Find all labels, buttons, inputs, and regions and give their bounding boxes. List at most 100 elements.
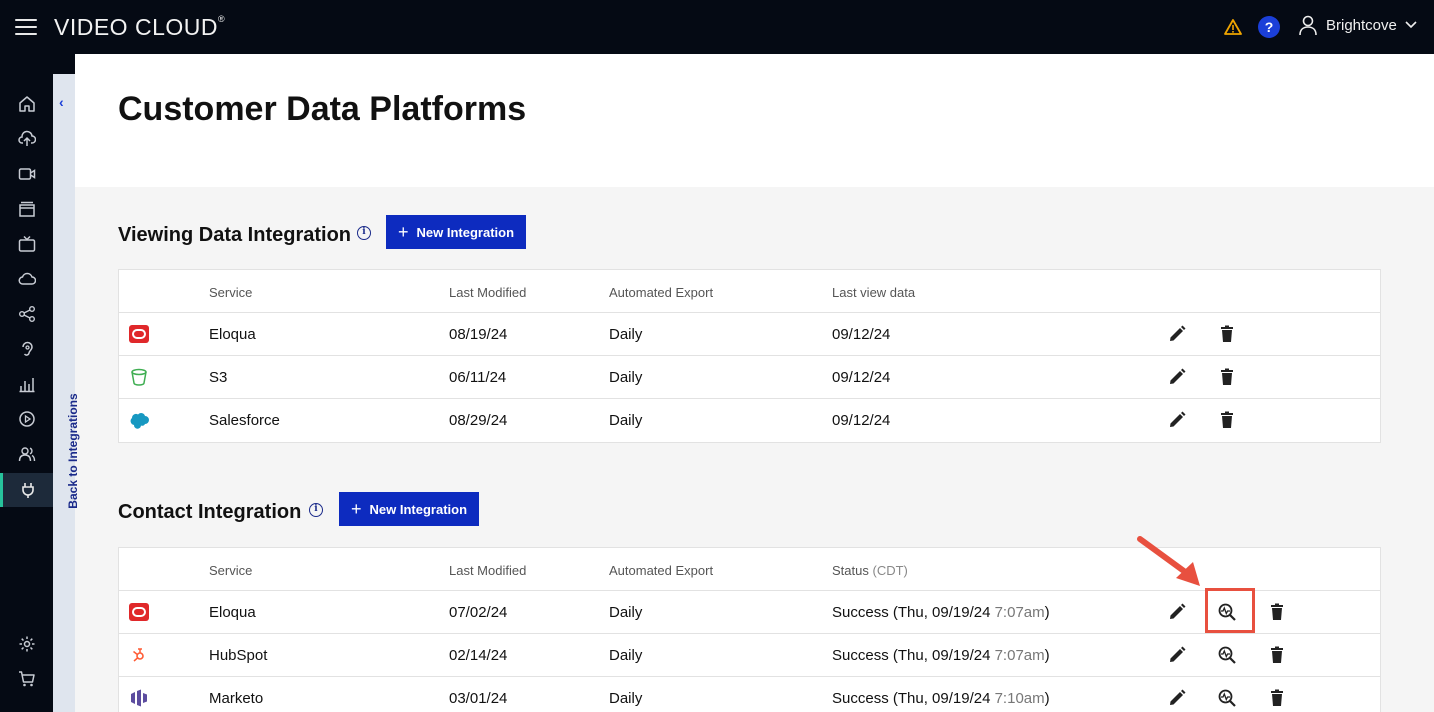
last-modified: 06/11/24 [449, 369, 507, 386]
edit-icon[interactable] [1167, 602, 1187, 622]
cart-icon[interactable] [0, 662, 53, 696]
col-service[interactable]: Service [209, 563, 252, 578]
delete-icon[interactable] [1217, 410, 1237, 430]
hamburger-menu-icon[interactable] [15, 19, 37, 35]
contact-section-title: Contact Integration [118, 501, 302, 523]
table-row: Marketo 03/01/24 Daily Success (Thu, 09/… [119, 677, 1380, 712]
share-icon[interactable] [0, 297, 53, 331]
top-bar: VIDEO CLOUD® ? Brightcove [0, 0, 1434, 54]
app-logo[interactable]: VIDEO CLOUD® [54, 14, 225, 41]
highlight-box [1205, 588, 1255, 633]
automated-export: Daily [609, 326, 643, 343]
table-row: Salesforce 08/29/24 Daily 09/12/24 [119, 399, 1380, 442]
table-row: HubSpot 02/14/24 Daily Success (Thu, 09/… [119, 634, 1380, 677]
cloud-icon[interactable] [0, 262, 53, 296]
left-rail [0, 54, 53, 712]
live-icon[interactable] [0, 227, 53, 261]
table-row: S3 06/11/24 Daily 09/12/24 [119, 356, 1380, 399]
col-automated-export[interactable]: Automated Export [609, 285, 713, 300]
info-icon[interactable]: i [357, 226, 371, 240]
col-last-view-data[interactable]: Last view data [832, 285, 915, 300]
info-icon[interactable]: i [309, 503, 323, 517]
help-icon[interactable]: ? [1258, 16, 1280, 38]
service-name: HubSpot [209, 647, 268, 664]
service-name: Salesforce [209, 412, 280, 429]
page-header: Customer Data Platforms [75, 54, 1434, 187]
status-time: 7:07am [994, 647, 1045, 664]
col-automated-export[interactable]: Automated Export [609, 563, 713, 578]
salesforce-logo [130, 412, 149, 429]
status-label: Success (Thu, 09/19/24 [832, 690, 995, 707]
s3-logo [131, 368, 147, 386]
upload-icon[interactable] [0, 122, 53, 156]
col-last-modified[interactable]: Last Modified [449, 563, 526, 578]
delete-icon[interactable] [1217, 324, 1237, 344]
edit-icon[interactable] [1167, 410, 1187, 430]
strip-notch [53, 54, 75, 74]
table-row: Eloqua 08/19/24 Daily 09/12/24 [119, 313, 1380, 356]
view-log-icon[interactable] [1217, 688, 1237, 708]
delete-icon[interactable] [1267, 688, 1287, 708]
player-icon[interactable] [0, 402, 53, 436]
last-modified: 08/19/24 [449, 326, 508, 343]
new-viewing-integration-button[interactable]: + New Integration [386, 215, 527, 249]
status-close: ) [1044, 604, 1050, 621]
ear-icon[interactable] [0, 332, 53, 366]
last-modified: 02/14/24 [449, 647, 508, 664]
warning-icon[interactable] [1224, 18, 1242, 36]
service-name: Eloqua [209, 604, 256, 621]
last-modified: 07/02/24 [449, 604, 508, 621]
edit-icon[interactable] [1167, 324, 1187, 344]
back-to-integrations-link[interactable]: Back to Integrations [66, 381, 80, 521]
status-time: 7:10am [994, 690, 1045, 707]
user-icon [1299, 15, 1317, 36]
video-icon[interactable] [0, 157, 53, 191]
status-label: Success (Thu, 09/19/24 [832, 647, 995, 664]
status-text: Success (Thu, 09/19/24 7:10am) [832, 690, 1050, 707]
viewing-section-title: Viewing Data Integration [118, 224, 351, 246]
marketo-logo [131, 689, 147, 707]
hubspot-logo [133, 648, 144, 662]
plug-icon[interactable] [0, 473, 53, 507]
page-title: Customer Data Platforms [118, 90, 527, 128]
status-time: 7:07am [994, 604, 1045, 621]
col-status[interactable]: Status (CDT) [832, 563, 908, 578]
table-row: Eloqua 07/02/24 Daily Success (Thu, 09/1… [119, 591, 1380, 634]
new-contact-integration-button[interactable]: + New Integration [339, 492, 480, 526]
service-name: Eloqua [209, 326, 256, 343]
user-menu[interactable]: Brightcove [1298, 14, 1417, 36]
delete-icon[interactable] [1267, 602, 1287, 622]
back-to-integrations-strip[interactable]: ‹ Back to Integrations [53, 54, 80, 712]
service-name: S3 [209, 369, 228, 386]
col-status-label: Status [832, 563, 869, 578]
home-icon[interactable] [0, 87, 53, 121]
last-view-data: 09/12/24 [832, 412, 891, 429]
status-label: Success (Thu, 09/19/24 [832, 604, 995, 621]
service-name: Marketo [209, 690, 264, 707]
col-last-modified[interactable]: Last Modified [449, 285, 526, 300]
status-close: ) [1044, 690, 1050, 707]
oracle-logo [129, 325, 149, 343]
annotation-arrow-icon [1137, 536, 1200, 586]
gear-icon[interactable] [0, 627, 53, 661]
edit-icon[interactable] [1167, 367, 1187, 387]
delete-icon[interactable] [1217, 367, 1237, 387]
table-header: Service Last Modified Automated Export L… [119, 270, 1380, 313]
col-service[interactable]: Service [209, 285, 252, 300]
new-integration-label: New Integration [369, 501, 468, 517]
chevron-left-icon[interactable]: ‹ [59, 94, 64, 110]
delete-icon[interactable] [1267, 645, 1287, 665]
new-integration-label: New Integration [416, 224, 515, 240]
plus-icon: + [398, 222, 409, 242]
last-modified: 03/01/24 [449, 690, 508, 707]
analytics-icon[interactable] [0, 367, 53, 401]
last-view-data: 09/12/24 [832, 369, 891, 386]
edit-icon[interactable] [1167, 645, 1187, 665]
view-log-icon[interactable] [1217, 645, 1237, 665]
users-icon[interactable] [0, 437, 53, 471]
media-icon[interactable] [0, 192, 53, 226]
automated-export: Daily [609, 690, 643, 707]
automated-export: Daily [609, 369, 643, 386]
edit-icon[interactable] [1167, 688, 1187, 708]
automated-export: Daily [609, 412, 643, 429]
